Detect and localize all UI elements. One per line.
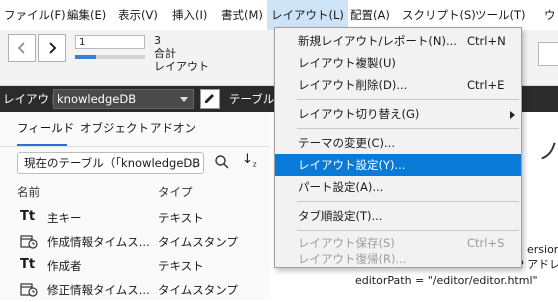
record-count-block: 3 合計 レイアウト (154, 34, 209, 73)
menu-separator (297, 128, 519, 129)
menu-layout[interactable]: レイアウト(L) (267, 0, 348, 30)
menu-item-tab-order[interactable]: タブ順設定(T)... (275, 205, 521, 227)
edit-layout-button[interactable] (200, 89, 220, 109)
chevron-left-icon (17, 42, 25, 54)
table-select[interactable]: 現在のテーブル（「knowledgeDB ⌵ (17, 152, 204, 174)
text-icon: Tt (20, 257, 36, 272)
field-row[interactable]: 修正情報タイムス... タイムスタンプ (0, 278, 270, 302)
menu-item-label: テーマの変更(C)... (298, 136, 395, 150)
tab-objects[interactable]: オブジェクト (80, 120, 149, 136)
submenu-arrow-icon (510, 111, 515, 119)
menu-item-part-setup[interactable]: パート設定(A)... (275, 176, 521, 198)
chevron-down-icon: ⌵ (190, 158, 199, 171)
sort-icon[interactable]: ↓z (242, 152, 257, 169)
menu-item-delete-layout[interactable]: レイアウト削除(D)... Ctrl+E (275, 74, 521, 96)
menu-separator (297, 201, 519, 202)
menu-item-label: レイアウト削除(D)... (298, 78, 408, 92)
field-name: 作成者 (47, 259, 82, 273)
layout-menu-dropdown: 新規レイアウト/レポート(N)... Ctrl+N レイアウト複製(U) レイア… (274, 27, 522, 268)
timestamp-icon (20, 235, 38, 249)
layout-select-value: knowledgeDB (57, 92, 137, 106)
menu-item-label: レイアウト設定(Y)... (298, 158, 406, 172)
menu-item-new-layout[interactable]: 新規レイアウト/レポート(N)... Ctrl+N (275, 30, 521, 52)
layout-select[interactable]: knowledgeDB (53, 89, 194, 109)
toolbar-button[interactable] (538, 42, 558, 66)
current-record-input[interactable]: 1 (75, 35, 145, 49)
menu-window[interactable]: ウ (544, 0, 556, 30)
chevron-down-icon (180, 97, 188, 102)
next-record-button[interactable] (38, 34, 66, 62)
menu-view[interactable]: 表示(V) (118, 0, 158, 30)
record-total-label: 合計 (154, 47, 176, 60)
menu-item-revert-layout[interactable]: レイアウト復帰(R)... (275, 250, 521, 268)
chevron-right-icon (49, 42, 57, 54)
menu-item-layout-setup[interactable]: レイアウト設定(Y)... (275, 154, 521, 176)
menu-insert[interactable]: 挿入(I) (172, 0, 207, 30)
menu-item-label: 新規レイアウト/レポート(N)... (298, 34, 457, 48)
column-name-header: 名前 (17, 185, 40, 199)
field-type: テキスト (158, 259, 204, 273)
menu-arrange[interactable]: 配置(A) (350, 0, 390, 30)
menu-item-switch-layout[interactable]: レイアウト切り替え(G) (275, 103, 521, 125)
menu-item-change-theme[interactable]: テーマの変更(C)... (275, 132, 521, 154)
menu-item-label: レイアウト複製(U) (298, 56, 396, 70)
divider (0, 146, 270, 147)
menu-item-duplicate-layout[interactable]: レイアウト複製(U) (275, 52, 521, 74)
field-type: テキスト (158, 211, 204, 225)
field-name: 作成情報タイムス... (47, 235, 150, 249)
text-icon: Tt (20, 209, 36, 224)
record-slider-fill (75, 55, 96, 59)
field-row[interactable]: 作成情報タイムス... タイムスタンプ (0, 230, 270, 254)
previous-record-button[interactable] (8, 34, 36, 62)
menu-item-label: タブ順設定(T)... (298, 209, 383, 223)
field-row[interactable]: Tt 主キー テキスト (0, 206, 270, 230)
tab-addons[interactable]: アドオン (150, 120, 196, 136)
menu-format[interactable]: 書式(M) (221, 0, 263, 30)
canvas-text: editorPath = "/editor/editor.html" (355, 274, 538, 287)
canvas-text: ノ (538, 140, 558, 165)
field-picker-panel: フィールド オブジェクト アドオン 現在のテーブル（「knowledgeDB ⌵… (0, 112, 270, 300)
field-name: 主キー (47, 211, 82, 225)
record-slider[interactable] (75, 55, 145, 59)
menu-item-label: レイアウト復帰(R)... (298, 252, 407, 266)
canvas-text: P アドレ (517, 258, 558, 271)
canvas-text: ersion (527, 243, 558, 256)
table-label: テーブル (229, 92, 275, 106)
timestamp-icon (20, 283, 38, 297)
table-select-value: 現在のテーブル（「knowledgeDB (24, 156, 201, 170)
column-type-header: タイプ (158, 185, 193, 199)
layout-mode-label: レイアウト (154, 60, 209, 73)
menu-file[interactable]: ファイル(F) (4, 0, 66, 30)
menu-item-label: レイアウト切り替え(G) (298, 107, 420, 121)
field-name: 修正情報タイムス... (47, 283, 150, 297)
menu-separator (297, 99, 519, 100)
record-count: 3 (154, 34, 161, 47)
field-row[interactable]: Tt 作成者 テキスト (0, 254, 270, 278)
menu-scripts[interactable]: スクリプト(S) (402, 0, 476, 30)
pencil-icon (205, 94, 214, 103)
field-type: タイムスタンプ (158, 235, 238, 249)
menu-item-shortcut: Ctrl+E (467, 78, 505, 92)
menu-separator (297, 230, 519, 231)
menu-edit[interactable]: 編集(E) (67, 0, 106, 30)
field-type: タイムスタンプ (158, 283, 238, 297)
menu-item-label: パート設定(A)... (298, 180, 384, 194)
search-icon[interactable] (214, 154, 230, 170)
menu-tools[interactable]: ツール(T) (475, 0, 526, 30)
tab-fields[interactable]: フィールド (17, 120, 74, 136)
menu-item-shortcut: Ctrl+N (467, 34, 506, 48)
